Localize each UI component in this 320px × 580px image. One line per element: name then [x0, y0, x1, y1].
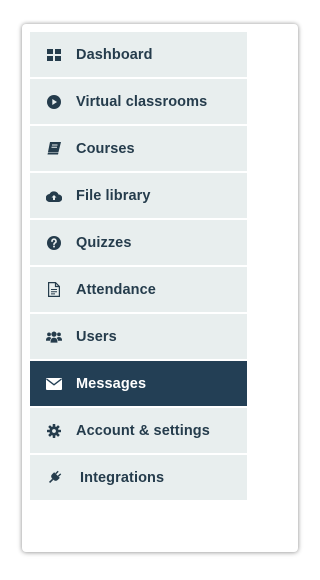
cloud-upload-icon — [46, 188, 62, 204]
gear-icon — [46, 423, 62, 439]
sidebar-item-account-settings[interactable]: Account & settings — [30, 408, 247, 453]
document-icon — [46, 282, 62, 298]
sidebar-item-label: Quizzes — [76, 234, 132, 251]
sidebar-item-label: Virtual classrooms — [76, 93, 208, 110]
sidebar-item-quizzes[interactable]: Quizzes — [30, 220, 247, 265]
book-icon — [46, 141, 62, 157]
sidebar-item-label: Dashboard — [76, 46, 153, 63]
sidebar-item-attendance[interactable]: Attendance — [30, 267, 247, 312]
sidebar-item-label: Messages — [76, 375, 147, 392]
sidebar-item-file-library[interactable]: File library — [30, 173, 247, 218]
sidebar-item-virtual-classrooms[interactable]: Virtual classrooms — [30, 79, 247, 124]
sidebar-item-label: Courses — [76, 140, 135, 157]
sidebar-item-label: File library — [76, 187, 151, 204]
plug-icon — [46, 470, 62, 486]
question-circle-icon — [46, 235, 62, 251]
sidebar-item-users[interactable]: Users — [30, 314, 247, 359]
users-icon — [46, 329, 62, 345]
sidebar-item-courses[interactable]: Courses — [30, 126, 247, 171]
sidebar-item-label: Account & settings — [76, 422, 210, 439]
sidebar-item-label: Integrations — [80, 469, 165, 486]
envelope-icon — [46, 376, 62, 392]
sidebar-item-messages[interactable]: Messages — [30, 361, 247, 406]
sidebar-item-integrations[interactable]: Integrations — [30, 455, 247, 500]
sidebar-menu: Dashboard Virtual classrooms Courses Fil… — [30, 32, 247, 502]
play-circle-icon — [46, 94, 62, 110]
sidebar-item-dashboard[interactable]: Dashboard — [30, 32, 247, 77]
dashboard-grid-icon — [46, 47, 62, 63]
sidebar-item-label: Users — [76, 328, 117, 345]
sidebar-item-label: Attendance — [76, 281, 156, 298]
